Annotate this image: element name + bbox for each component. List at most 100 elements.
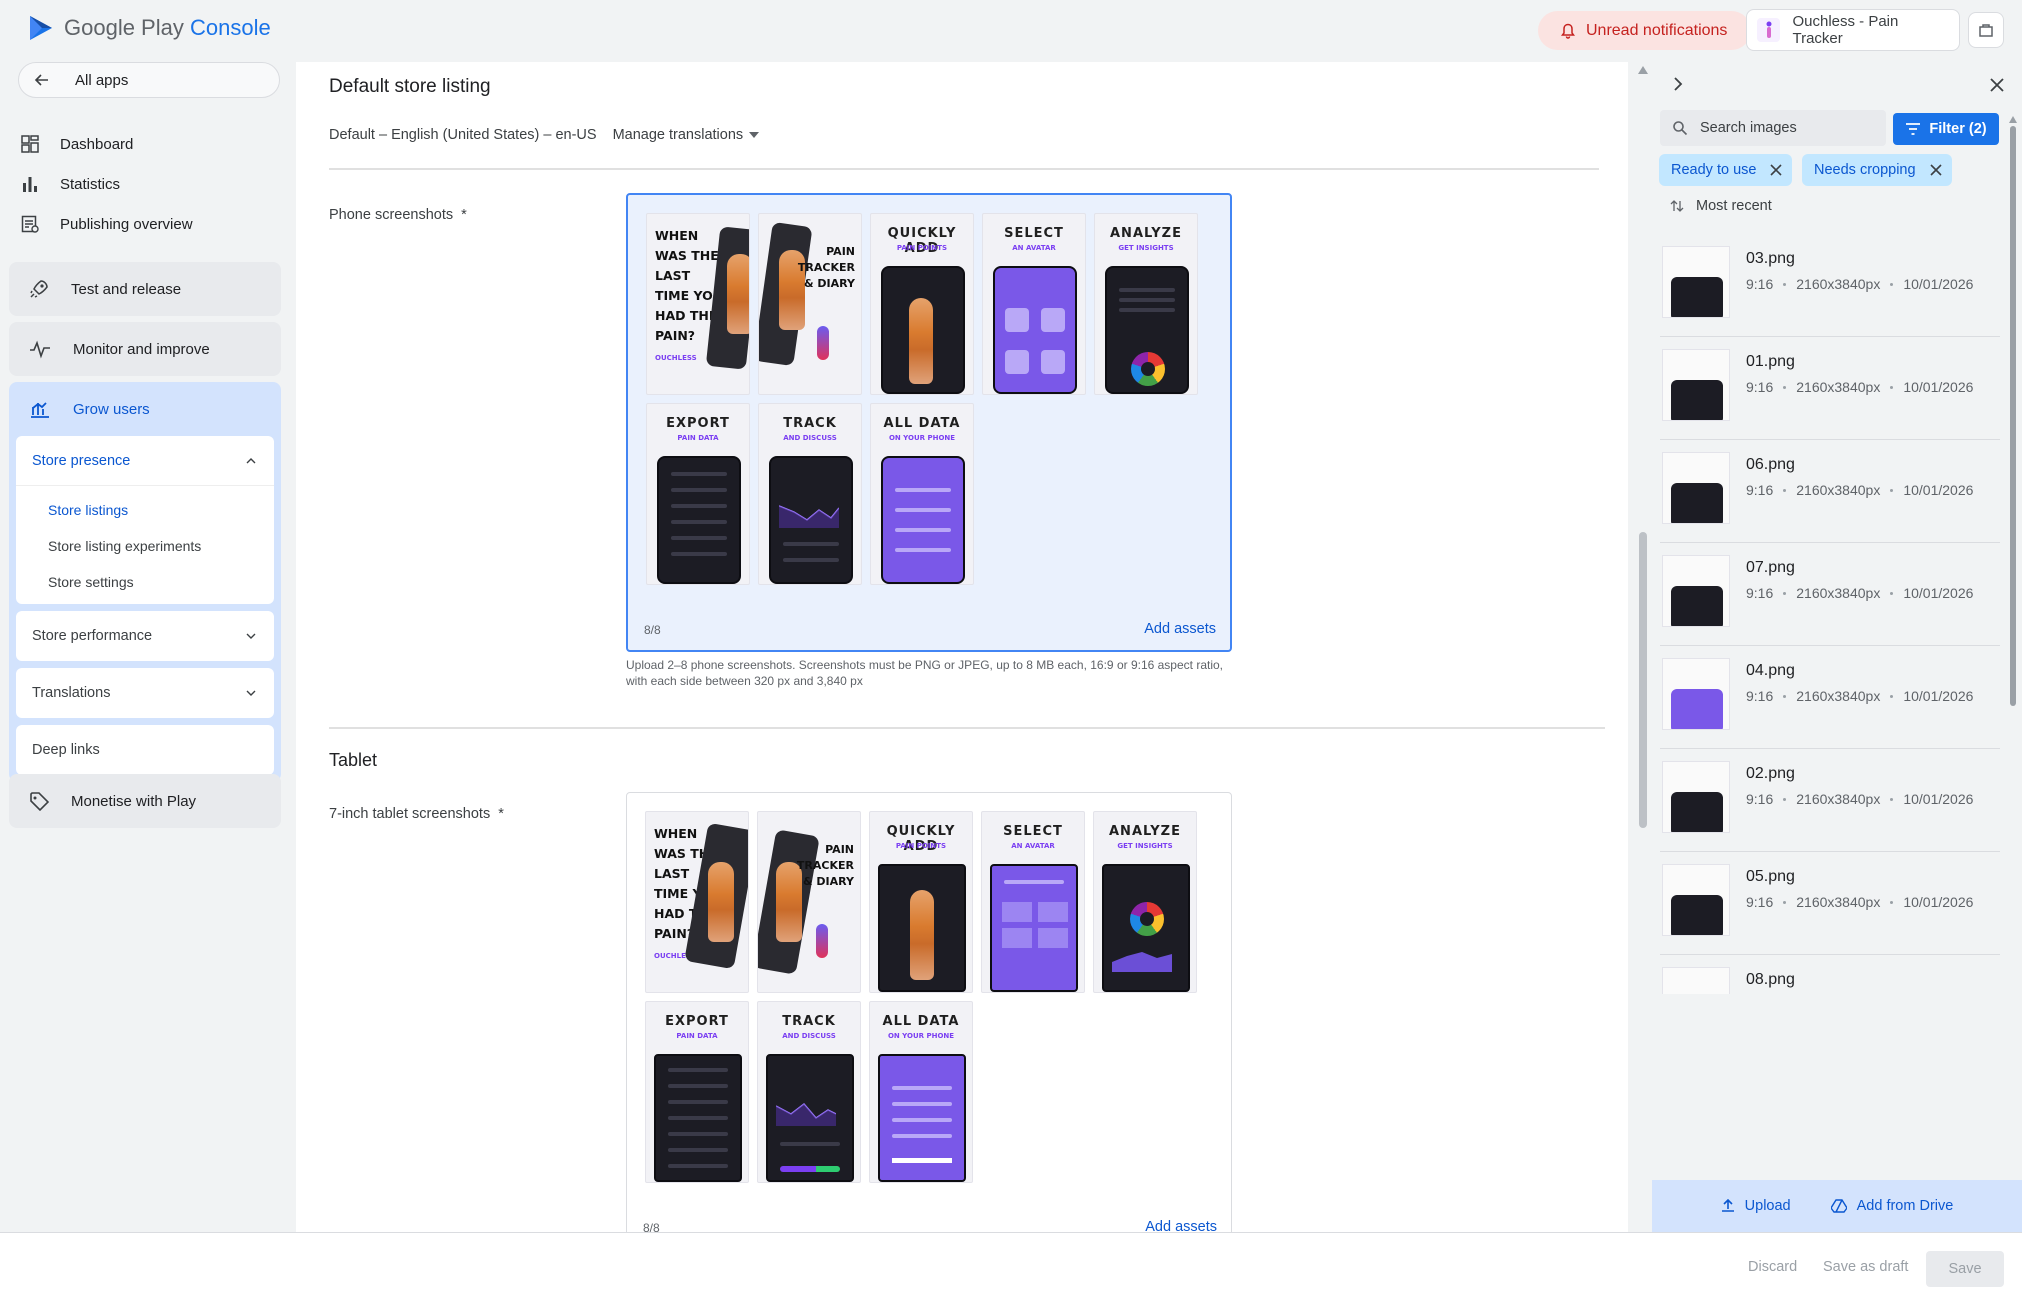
- all-apps-button[interactable]: All apps: [18, 62, 280, 98]
- screenshot-thumb-select[interactable]: SELECT AN AVATAR: [981, 811, 1085, 993]
- bell-icon: [1561, 23, 1575, 39]
- image-list-item[interactable]: 02.png 9:16 2160x3840px 10/01/2026: [1660, 749, 2000, 852]
- panel-scrollbar[interactable]: [2008, 116, 2018, 1226]
- store-presence-toggle[interactable]: Store presence: [16, 436, 274, 486]
- translations-group[interactable]: Translations: [16, 668, 274, 718]
- image-list-item[interactable]: 06.png 9:16 2160x3840px 10/01/2026: [1660, 440, 2000, 543]
- sort-icon: [1670, 200, 1684, 212]
- close-icon[interactable]: [1988, 76, 2006, 94]
- grow-users-header[interactable]: Grow users: [9, 382, 281, 436]
- image-list-item[interactable]: 07.png 9:16 2160x3840px 10/01/2026: [1660, 543, 2000, 646]
- screenshot-thumb-export[interactable]: EXPORT PAIN DATA: [646, 403, 750, 585]
- play-console-logo[interactable]: Google Play Console: [28, 14, 271, 42]
- screenshot-thumb-export[interactable]: EXPORT PAIN DATA: [645, 1001, 749, 1183]
- image-list-item[interactable]: 05.png 9:16 2160x3840px 10/01/2026: [1660, 852, 2000, 955]
- sort-dropdown[interactable]: Most recent: [1670, 198, 1772, 214]
- filter-chip-needs-cropping[interactable]: Needs cropping: [1802, 154, 1952, 186]
- sidebar-item-statistics[interactable]: Statistics: [20, 166, 120, 202]
- sidebar-item-publishing-overview[interactable]: Publishing overview: [20, 206, 193, 242]
- screenshot-thumb-quick-add[interactable]: QUICKLY ADD PAIN POINTS: [870, 213, 974, 395]
- image-list-item[interactable]: 08.png9:162160x3840px10/01/2026: [1660, 955, 2000, 994]
- manage-translations-dropdown[interactable]: Manage translations: [613, 127, 760, 143]
- image-size: 2160x3840px: [1796, 894, 1881, 910]
- publish-icon: [20, 214, 40, 234]
- filter-button[interactable]: Filter (2): [1893, 113, 1999, 145]
- close-icon[interactable]: [1930, 164, 1942, 176]
- sidebar-section-test-and-release[interactable]: Test and release: [9, 262, 281, 316]
- deep-links-label: Deep links: [32, 742, 100, 758]
- sidebar-link-store-listing-experiments[interactable]: Store listing experiments: [16, 528, 274, 564]
- image-date: 10/01/2026: [1903, 894, 1974, 910]
- screenshot-thumb-track[interactable]: TRACK AND DISCUSS: [757, 1001, 861, 1183]
- screenshot-thumb-quick-add[interactable]: QUICKLY ADD PAIN POINTS: [869, 811, 973, 993]
- scrollbar-thumb[interactable]: [2010, 126, 2016, 706]
- image-name: 01.png: [1746, 353, 1795, 370]
- separator-dot: [1890, 900, 1894, 904]
- unread-notifications-button[interactable]: Unread notifications: [1538, 11, 1752, 50]
- phone-graphic: [769, 456, 853, 584]
- thumb-subtitle: GET INSIGHTS: [1117, 842, 1173, 850]
- add-from-drive-button[interactable]: Add from Drive: [1830, 1198, 1953, 1214]
- image-meta: 9:16 2160x3840px 10/01/2026: [1746, 276, 1973, 292]
- thumb-subtitle: PAIN POINTS: [895, 842, 947, 850]
- upload-button[interactable]: Upload: [1721, 1198, 1791, 1214]
- thumb-subtitle: AN AVATAR: [1011, 842, 1055, 850]
- screenshot-thumb-question[interactable]: WHEN WAS THE LAST TIME YOU HAD THIS PAIN? OUC…: [645, 811, 749, 993]
- tablet-add-assets-button[interactable]: Add assets: [1145, 1219, 1217, 1232]
- thumb-title: EXPORT: [665, 1014, 729, 1029]
- thumb-title: SELECT: [1004, 226, 1064, 241]
- divider: [329, 727, 1605, 729]
- image-date: 10/01/2026: [1903, 379, 1974, 395]
- screenshot-thumb-tracker[interactable]: PAIN TRACKER & DIARY: [757, 811, 861, 993]
- discard-button[interactable]: Discard: [1748, 1259, 1797, 1275]
- scroll-up-arrow-icon[interactable]: [1638, 66, 1648, 74]
- image-list-item[interactable]: 04.png 9:16 2160x3840px 10/01/2026: [1660, 646, 2000, 749]
- sidebar-link-store-settings[interactable]: Store settings: [16, 564, 274, 600]
- chevron-down-icon: [246, 690, 256, 696]
- phone-screenshots-box[interactable]: WHEN WAS THE LAST TIME YOU HAD THIS PAIN? OUC…: [626, 193, 1232, 652]
- bar-chart-icon: [20, 174, 40, 194]
- chevron-right-icon[interactable]: [1670, 76, 1686, 92]
- save-as-draft-button[interactable]: Save as draft: [1823, 1259, 1908, 1275]
- sidebar-link-store-listings[interactable]: Store listings: [16, 492, 274, 528]
- search-images-input[interactable]: Search images: [1660, 110, 1886, 146]
- screenshot-thumb-analyze[interactable]: ANALYZE GET INSIGHTS: [1094, 213, 1198, 395]
- top-bar: Google Play Console Unread notifications…: [0, 0, 2022, 60]
- image-name: 07.png: [1746, 559, 1795, 576]
- screenshot-thumb-select[interactable]: SELECT AN AVATAR: [982, 213, 1086, 395]
- scroll-up-arrow-icon[interactable]: [2009, 116, 2017, 123]
- image-list-item[interactable]: 03.png 9:16 2160x3840px 10/01/2026: [1660, 234, 2000, 337]
- image-thumbnail: [1662, 349, 1730, 421]
- image-size: 2160x3840px: [1796, 379, 1881, 395]
- app-selector[interactable]: Ouchless - Pain Tracker: [1746, 9, 1960, 51]
- sidebar-section-monetise[interactable]: Monetise with Play: [9, 774, 281, 828]
- section-label: Monitor and improve: [73, 340, 210, 358]
- deep-links-group[interactable]: Deep links: [16, 725, 274, 775]
- scrollbar-thumb[interactable]: [1639, 532, 1647, 828]
- tablet-screenshots-box[interactable]: WHEN WAS THE LAST TIME YOU HAD THIS PAIN? OUC…: [626, 792, 1232, 1232]
- screenshot-thumb-all-data[interactable]: ALL DATA ON YOUR PHONE: [869, 1001, 973, 1183]
- search-placeholder: Search images: [1700, 120, 1797, 136]
- sidebar-item-dashboard[interactable]: Dashboard: [20, 126, 133, 162]
- image-list-item[interactable]: 01.png 9:16 2160x3840px 10/01/2026: [1660, 337, 2000, 440]
- sidebar-section-monitor-and-improve[interactable]: Monitor and improve: [9, 322, 281, 376]
- screenshot-thumb-tracker[interactable]: PAIN TRACKER & DIARY: [758, 213, 862, 395]
- app-switcher-button[interactable]: [1968, 12, 2004, 48]
- phone-thumbnails: WHEN WAS THE LAST TIME YOU HAD THIS PAIN? OUC…: [646, 213, 1198, 585]
- save-button[interactable]: Save: [1926, 1251, 2004, 1287]
- image-meta: 9:16 2160x3840px 10/01/2026: [1746, 688, 1973, 704]
- image-ratio: 9:16: [1746, 688, 1774, 704]
- asset-library-panel: Search images Filter (2) Ready to use Ne…: [1652, 62, 2022, 1232]
- screenshot-thumb-analyze[interactable]: ANALYZE GET INSIGHTS: [1093, 811, 1197, 993]
- screenshot-thumb-all-data[interactable]: ALL DATA ON YOUR PHONE: [870, 403, 974, 585]
- screenshot-thumb-track[interactable]: TRACK AND DISCUSS: [758, 403, 862, 585]
- image-size: 2160x3840px: [1796, 482, 1881, 498]
- close-icon[interactable]: [1770, 164, 1783, 176]
- line-chart-graphic: [776, 1102, 836, 1126]
- upload-label: Upload: [1744, 1198, 1791, 1214]
- store-performance-group[interactable]: Store performance: [16, 611, 274, 661]
- screenshot-thumb-question[interactable]: WHEN WAS THE LAST TIME YOU HAD THIS PAIN? OUC…: [646, 213, 750, 395]
- main-scrollbar[interactable]: [1636, 62, 1650, 1232]
- phone-add-assets-button[interactable]: Add assets: [1144, 621, 1216, 637]
- filter-chip-ready-to-use[interactable]: Ready to use: [1659, 154, 1793, 186]
